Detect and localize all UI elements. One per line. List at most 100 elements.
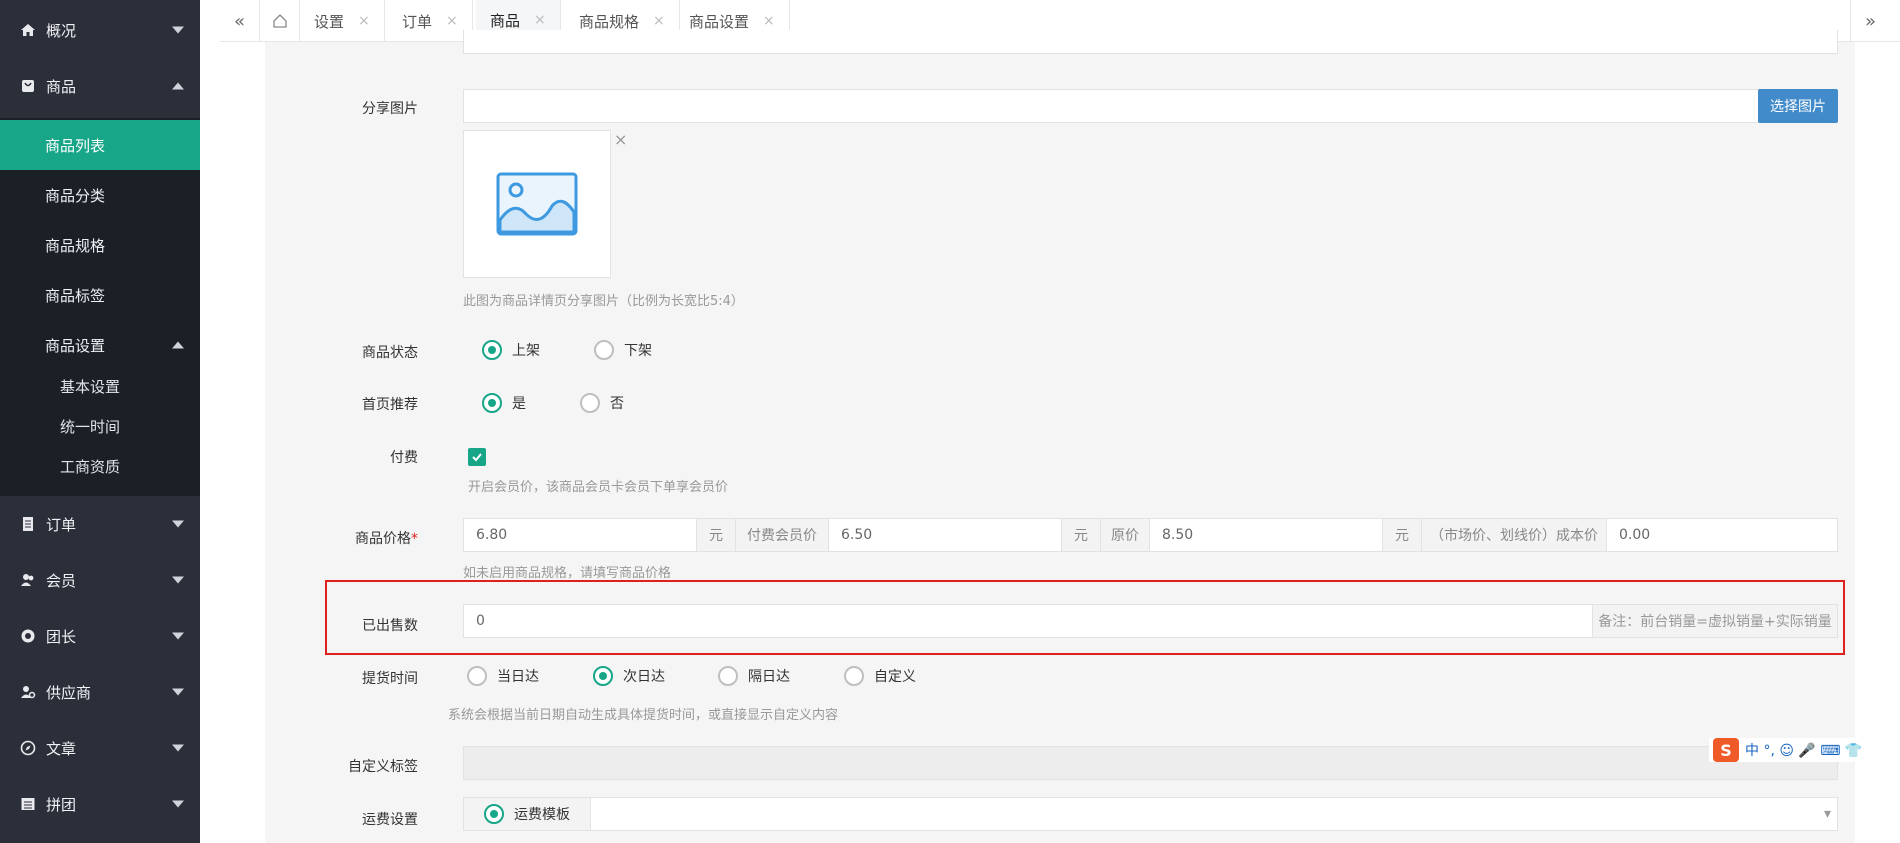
tab-label: 商品设置	[689, 12, 750, 31]
sub-sub-basic-settings[interactable]: 基本设置	[0, 366, 200, 406]
radio-dot	[482, 340, 502, 360]
pickup-next-day-radio[interactable]: 次日达	[593, 666, 665, 686]
supplier-icon	[20, 684, 40, 700]
chevron-down-icon	[172, 800, 184, 808]
ime-status-icons: 中 °, ☺ 🎤 ⌨ 👕	[1745, 743, 1863, 759]
tab-label: 订单	[402, 12, 433, 31]
member-price-addon: 付费会员价	[735, 518, 829, 552]
document-icon	[20, 516, 40, 532]
nav-item-label: 订单	[46, 515, 77, 534]
user-icon	[20, 572, 40, 588]
price-unit: 元	[696, 518, 736, 552]
radio-label: 否	[610, 396, 624, 412]
radio-dot	[593, 666, 613, 686]
status-off-radio[interactable]: 下架	[594, 340, 652, 360]
close-icon[interactable]: ×	[763, 13, 775, 29]
sub-item-product-settings[interactable]: 商品设置	[0, 320, 200, 370]
home-tab-button[interactable]	[260, 0, 300, 42]
cost-price-addon: （市场价、划线价）成本价	[1421, 518, 1607, 552]
radio-label: 隔日达	[748, 669, 790, 685]
home-outline-icon	[272, 14, 287, 28]
share-image-hint: 此图为商品详情页分享图片（比例为长宽比5:4）	[463, 294, 744, 309]
radio-dot	[484, 804, 504, 824]
compass-icon	[20, 740, 40, 756]
nav-item-label: 概况	[46, 21, 77, 40]
shipping-template-option[interactable]: 运费模板	[463, 797, 591, 831]
nav-item-leader[interactable]: 团长	[0, 612, 200, 660]
cost-price-input[interactable]: 0.00	[1606, 518, 1838, 552]
pickup-custom-radio[interactable]: 自定义	[844, 666, 916, 686]
image-preview	[463, 130, 611, 278]
pickup-day-after-radio[interactable]: 隔日达	[718, 666, 790, 686]
original-price-input[interactable]: 8.50	[1149, 518, 1383, 552]
sub-sub-business-qualification[interactable]: 工商资质	[0, 446, 200, 486]
scroll-right-button[interactable]: »	[1850, 0, 1890, 42]
chevron-down-icon	[172, 632, 184, 640]
nav-item-members[interactable]: 会员	[0, 556, 200, 604]
custom-tag-input[interactable]	[463, 746, 1838, 780]
status-label: 商品状态	[362, 345, 418, 361]
nav-item-orders[interactable]: 订单	[0, 500, 200, 548]
sub-sub-unified-time[interactable]: 统一时间	[0, 406, 200, 446]
ime-toolbar[interactable]: S 中 °, ☺ 🎤 ⌨ 👕	[1709, 738, 1900, 762]
radio-label: 当日达	[497, 669, 539, 685]
paid-checkbox[interactable]	[468, 448, 486, 466]
bag-icon	[20, 78, 40, 94]
share-image-input[interactable]	[463, 89, 1759, 123]
tab-label: 商品	[490, 11, 521, 30]
home-icon	[20, 22, 40, 38]
sold-count-input[interactable]: 0	[463, 604, 1593, 638]
recommend-yes-radio[interactable]: 是	[482, 393, 526, 413]
remove-image-icon[interactable]: ×	[614, 130, 627, 149]
price-label-text: 商品价格	[355, 531, 411, 547]
tab-orders[interactable]: 订单 ×	[388, 0, 473, 42]
close-icon[interactable]: ×	[358, 13, 370, 29]
nav-item-articles[interactable]: 文章	[0, 724, 200, 772]
member-price-unit: 元	[1061, 518, 1101, 552]
sub-sub-label: 统一时间	[60, 417, 121, 436]
tab-settings[interactable]: 设置 ×	[300, 0, 385, 42]
image-placeholder-icon	[496, 172, 578, 236]
sub-item-label: 商品标签	[45, 286, 106, 305]
leader-icon	[20, 628, 40, 644]
dropdown-arrow-icon: ▾	[1823, 806, 1831, 822]
nav-item-label: 会员	[46, 571, 77, 590]
sub-item-product-category[interactable]: 商品分类	[0, 170, 200, 220]
chevron-down-icon	[172, 744, 184, 752]
double-chevron-right-icon: »	[1864, 10, 1876, 32]
nav-item-group-buy[interactable]: 拼团	[0, 780, 200, 828]
original-price-unit: 元	[1382, 518, 1422, 552]
price-input[interactable]: 6.80	[463, 518, 697, 552]
pickup-same-day-radio[interactable]: 当日达	[467, 666, 539, 686]
radio-dot	[580, 393, 600, 413]
sub-item-label: 商品列表	[45, 136, 106, 155]
radio-label: 是	[512, 396, 526, 412]
pickup-time-label: 提货时间	[362, 671, 418, 687]
nav-item-product[interactable]: 商品	[0, 62, 200, 110]
recommend-no-radio[interactable]: 否	[580, 393, 624, 413]
close-icon[interactable]: ×	[653, 13, 665, 29]
chevron-up-icon	[172, 82, 184, 90]
original-price-addon: 原价	[1100, 518, 1150, 552]
nav-item-overview[interactable]: 概况	[0, 6, 200, 54]
group-icon	[20, 796, 40, 812]
tab-label: 商品规格	[579, 12, 640, 31]
share-title-input[interactable]	[463, 30, 1838, 54]
close-icon[interactable]: ×	[534, 12, 546, 28]
sub-item-product-list[interactable]: 商品列表	[0, 120, 200, 170]
close-icon[interactable]: ×	[446, 13, 458, 29]
member-price-input[interactable]: 6.50	[828, 518, 1062, 552]
radio-label: 自定义	[874, 669, 916, 685]
nav-item-supplier[interactable]: 供应商	[0, 668, 200, 716]
sub-item-label: 商品分类	[45, 186, 106, 205]
shipping-template-select[interactable]: ▾	[590, 797, 1838, 831]
status-on-radio[interactable]: 上架	[482, 340, 540, 360]
select-image-button[interactable]: 选择图片	[1758, 89, 1838, 123]
radio-dot	[718, 666, 738, 686]
shipping-label: 运费设置	[362, 812, 418, 828]
radio-dot	[467, 666, 487, 686]
sub-item-product-tag[interactable]: 商品标签	[0, 270, 200, 320]
sidebar: 概况 商品 商品列表 商品分类 商品规格 商品标签 商品设置 基本设置 统一时间…	[0, 0, 200, 843]
sub-item-product-spec[interactable]: 商品规格	[0, 220, 200, 270]
scroll-left-button[interactable]: «	[220, 0, 260, 42]
